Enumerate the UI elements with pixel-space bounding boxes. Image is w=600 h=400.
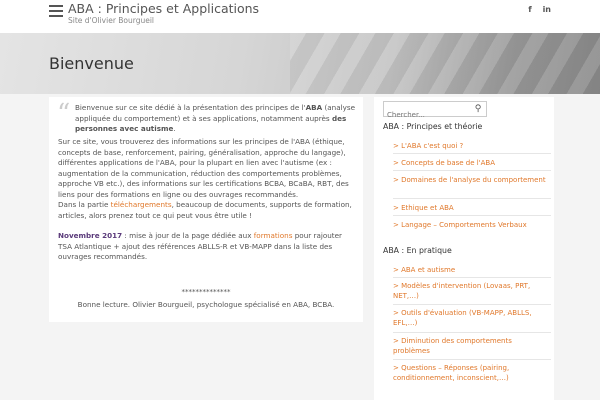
quote-icon: “ [57, 99, 71, 129]
list-item[interactable]: > Modèles d'intervention (Lovaas, PRT, N… [393, 281, 551, 301]
list-item[interactable]: > ABA et autisme [393, 265, 551, 275]
intro-quote: Bienvenue sur ce site dédié à la présent… [75, 103, 357, 135]
list-item[interactable]: > Langage – Comportements Verbaux [393, 220, 551, 230]
news-date: Novembre 2017 [58, 231, 123, 240]
divider [393, 153, 551, 154]
hamburger-menu-icon[interactable] [49, 5, 63, 17]
intro-end: . [173, 124, 176, 133]
page-title: Bienvenue [49, 54, 134, 73]
divider [393, 170, 551, 171]
list-item[interactable]: > L'ABA c'est quoi ? [393, 141, 551, 151]
divider [393, 215, 551, 216]
list-item[interactable]: > Concepts de base de l'ABA [393, 158, 551, 168]
divider [393, 198, 551, 199]
site-header: ABA : Principes et Applications Site d'O… [0, 0, 600, 33]
list-item[interactable]: > Ethique et ABA [393, 203, 551, 213]
downloads-link[interactable]: téléchargements [111, 200, 172, 209]
body-text: Sur ce site, vous trouverez des informat… [58, 137, 356, 263]
linkedin-icon[interactable]: in [543, 5, 551, 14]
intro-text: Bienvenue sur ce site dédié à la présent… [75, 103, 306, 112]
para2-text: Dans la partie [58, 200, 111, 209]
page-banner: Bienvenue [0, 33, 600, 94]
paragraph-2: Dans la partie téléchargements, beaucoup… [58, 200, 356, 221]
list-item[interactable]: > Outils d'évaluation (VB-MAPP, ABLLS, E… [393, 308, 551, 328]
news-text: : mise à jour de la page dédiée aux [122, 231, 254, 240]
news-paragraph: Novembre 2017 : mise à jour de la page d… [58, 231, 356, 263]
list-item[interactable]: > Questions – Réponses (pairing, conditi… [393, 363, 551, 383]
stars-divider: ************** [181, 288, 231, 296]
widget-title-principles: ABA : Principes et théorie [383, 122, 483, 131]
search-icon[interactable]: ⚲ [470, 102, 486, 116]
site-description: Site d'Olivier Bourgueil [68, 16, 155, 25]
sidebar: ⚲ ABA : Principes et théorie > L'ABA c'e… [374, 97, 554, 400]
social-links: f in [520, 5, 551, 14]
facebook-icon[interactable]: f [528, 5, 531, 14]
widget-title-practice: ABA : En pratique [383, 246, 452, 255]
site-title[interactable]: ABA : Principes et Applications [68, 1, 259, 16]
list-item[interactable]: > Diminution des comportements problèmes [393, 336, 551, 356]
divider [393, 359, 551, 360]
list-item[interactable]: > Domaines de l'analyse du comportement [393, 175, 551, 185]
paragraph-1: Sur ce site, vous trouverez des informat… [58, 137, 349, 199]
divider [393, 277, 551, 278]
divider [393, 332, 551, 333]
signoff: Bonne lecture. Olivier Bourgueil, psycho… [77, 300, 335, 309]
main-content: “ Bienvenue sur ce site dédié à la prése… [49, 97, 363, 322]
intro-aba: ABA [305, 103, 323, 112]
search-box: ⚲ [383, 101, 487, 122]
trainings-link[interactable]: formations [254, 231, 293, 240]
divider [393, 304, 551, 305]
search-input[interactable] [384, 108, 472, 122]
